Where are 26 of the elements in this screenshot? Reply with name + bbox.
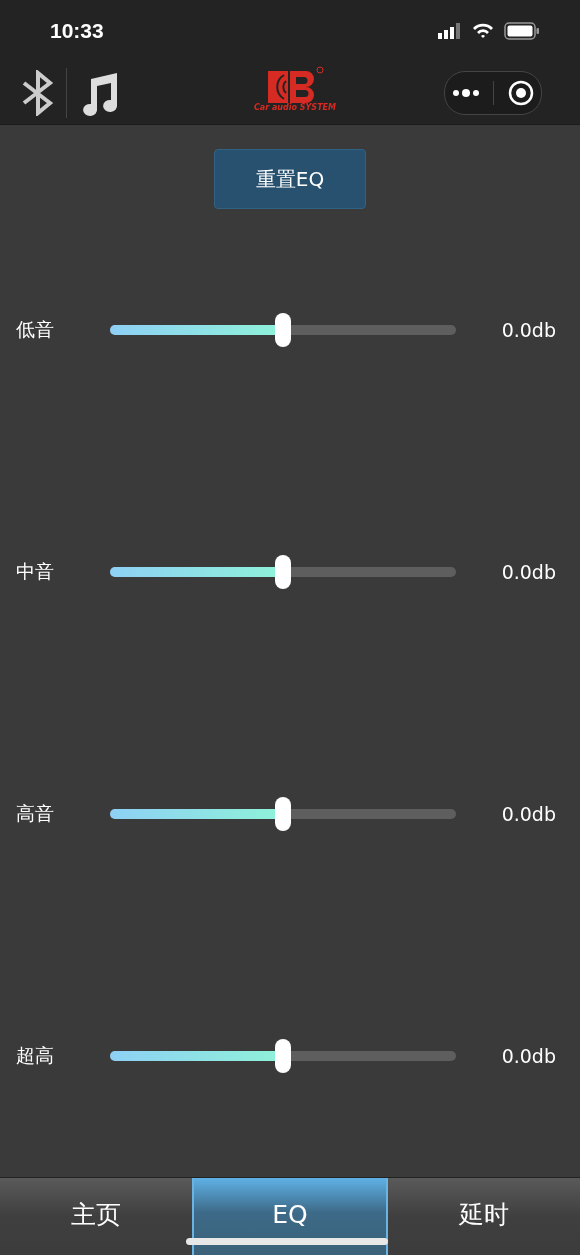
battery-icon	[504, 21, 540, 40]
band-label: 中音	[16, 559, 55, 585]
gain-reading: 0.0db	[501, 319, 556, 342]
slider-track[interactable]	[110, 567, 456, 578]
close-target-icon[interactable]	[508, 79, 535, 106]
slider-thumb[interactable]	[275, 555, 291, 590]
gain-reading: 0.0db	[501, 1045, 556, 1068]
bluetooth-icon[interactable]	[20, 69, 56, 116]
logo-text: Car audio SYSTEM	[253, 103, 336, 113]
gain-reading: 0.0db	[501, 561, 556, 584]
band-label: 高音	[16, 801, 55, 827]
slider-thumb[interactable]	[275, 313, 291, 348]
status-time: 10:33	[50, 18, 104, 43]
more-icon[interactable]	[451, 87, 480, 98]
signal-icon	[438, 22, 462, 39]
tab[interactable]: EQ	[192, 1178, 388, 1255]
gain-reading: 0.0db	[501, 803, 556, 826]
slider-thumb[interactable]	[275, 1039, 291, 1074]
band-label: 超高	[16, 1043, 55, 1069]
slider-track[interactable]	[110, 325, 456, 336]
reset-eq-button[interactable]: 重置EQ	[214, 149, 366, 210]
slider-thumb[interactable]	[275, 797, 291, 832]
slider-track[interactable]	[110, 809, 456, 820]
slider-track[interactable]	[110, 1051, 456, 1062]
wifi-icon	[472, 22, 494, 40]
band-label: 低音	[16, 317, 55, 343]
